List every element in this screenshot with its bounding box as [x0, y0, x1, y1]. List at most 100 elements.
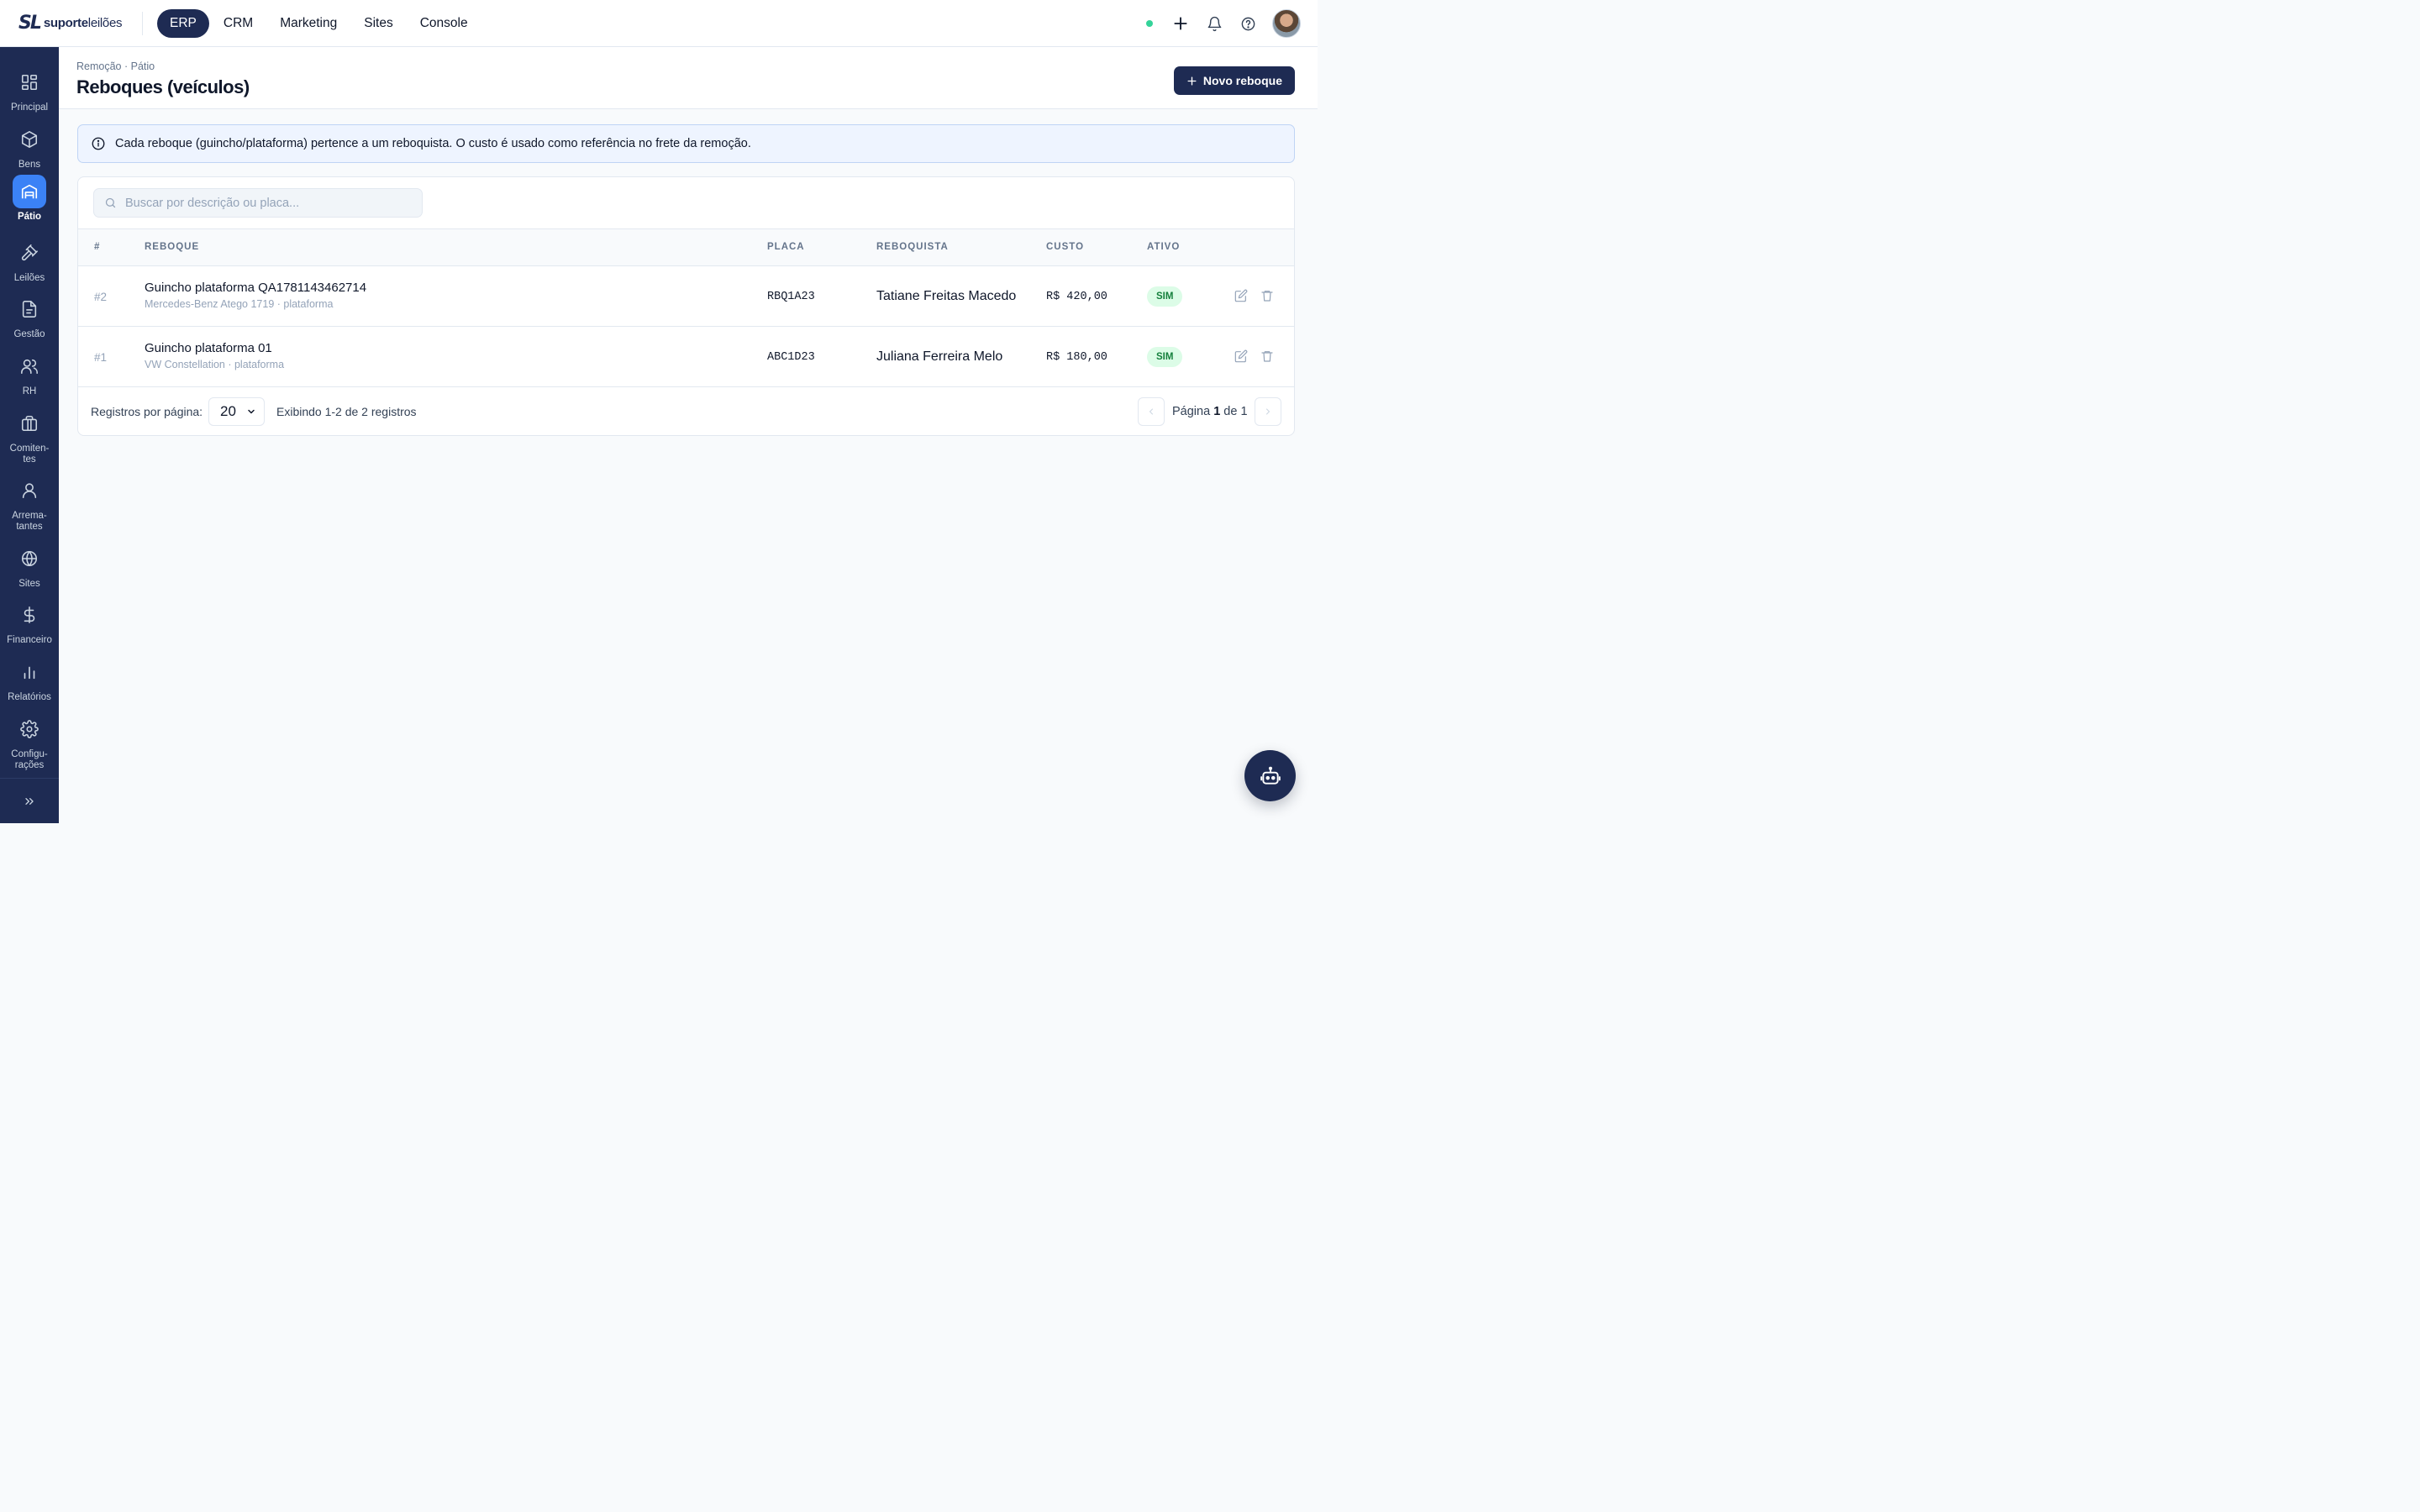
sidebar-item-configuracoes[interactable]: Configu- rações — [0, 712, 59, 771]
row-trailer-name: Guincho plataforma 01 — [145, 341, 272, 355]
bell-icon[interactable] — [1205, 14, 1223, 33]
info-text: Cada reboque (guincho/plataforma) perten… — [115, 137, 751, 150]
grid-icon — [13, 66, 46, 99]
sidebar-collapse-button[interactable] — [0, 778, 59, 823]
sidebar-item-financeiro[interactable]: Financeiro — [0, 598, 59, 646]
records-summary: Exibindo 1-2 de 2 registros — [276, 405, 417, 418]
top-nav-console[interactable]: Console — [408, 9, 481, 38]
sidebar-item-label: Pátio — [17, 212, 42, 222]
sidebar-item-label: Gestão — [13, 329, 45, 339]
users-icon — [13, 349, 46, 383]
top-actions — [1146, 9, 1301, 38]
info-banner: Cada reboque (guincho/plataforma) perten… — [77, 124, 1295, 163]
row-plate: ABC1D23 — [767, 351, 815, 364]
sidebar-item-sites[interactable]: Sites — [0, 542, 59, 590]
row-trailer-model: Mercedes-Benz Atego 1719 · plataforma — [145, 298, 334, 310]
sidebar-item-label: Principal — [10, 102, 49, 113]
trash-icon[interactable] — [1260, 289, 1274, 302]
table-row[interactable]: #2 Guincho plataforma QA1781143462714 Me… — [78, 266, 1294, 327]
edit-icon[interactable] — [1234, 349, 1248, 363]
row-driver: Juliana Ferreira Melo — [876, 349, 1003, 364]
row-plate: RBQ1A23 — [767, 291, 815, 303]
sidebar-item-patio[interactable]: Pátio — [0, 175, 59, 223]
online-status-dot — [1146, 20, 1153, 27]
assistant-chat-button[interactable] — [1244, 750, 1296, 801]
per-page-value: 20 — [220, 403, 236, 419]
status-badge: SIM — [1147, 347, 1183, 367]
warehouse-icon — [13, 175, 46, 208]
sidebar-item-label: Arrema- tantes — [12, 511, 47, 532]
page-header: Remoção · Pátio Reboques (veículos) Novo… — [59, 47, 1318, 109]
sidebar-item-bens[interactable]: Bens — [0, 123, 59, 171]
prev-page-button[interactable] — [1138, 397, 1165, 426]
row-cost: R$ 420,00 — [1046, 291, 1107, 303]
briefcase-icon — [13, 407, 46, 440]
table-header: # REBOQUE PLACA REBOQUISTA CUSTO ATIVO — [78, 228, 1294, 266]
trailers-card: # REBOQUE PLACA REBOQUISTA CUSTO ATIVO #… — [77, 176, 1295, 436]
sidebar-item-label: Financeiro — [7, 635, 52, 645]
column-header-plate[interactable]: PLACA — [767, 242, 805, 252]
column-header-active[interactable]: ATIVO — [1147, 242, 1180, 252]
next-page-button[interactable] — [1255, 397, 1281, 426]
new-trailer-button[interactable]: Novo reboque — [1173, 66, 1295, 95]
sidebar-item-rh[interactable]: RH — [0, 349, 59, 397]
sidebar-item-label: Configu- rações — [11, 749, 48, 770]
sidebar-item-label: RH — [22, 386, 37, 396]
top-nav: ERP CRM Marketing Sites Console — [157, 9, 481, 38]
chevron-right-icon — [1266, 408, 1270, 415]
search-input[interactable] — [125, 196, 411, 210]
table-row[interactable]: #1 Guincho plataforma 01 VW Constellatio… — [78, 327, 1294, 387]
plus-icon[interactable] — [1171, 14, 1190, 33]
top-nav-erp[interactable]: ERP — [157, 9, 209, 38]
row-cost: R$ 180,00 — [1046, 351, 1107, 364]
new-trailer-label: Novo reboque — [1202, 74, 1282, 87]
edit-icon[interactable] — [1234, 289, 1248, 302]
file-icon — [13, 292, 46, 326]
breadcrumb[interactable]: Remoção · Pátio — [76, 60, 155, 72]
robot-icon — [1260, 766, 1281, 785]
sidebar-item-leiloes[interactable]: Leilões — [0, 236, 59, 284]
chevron-left-icon — [1149, 408, 1153, 415]
sidebar-item-gestao[interactable]: Gestão — [0, 292, 59, 340]
column-header-cost[interactable]: CUSTO — [1046, 242, 1084, 252]
pagination-bar: Registros por página: 20 Exibindo 1-2 de… — [78, 387, 1294, 435]
avatar[interactable] — [1272, 9, 1301, 38]
per-page-select[interactable]: 20 — [208, 397, 265, 426]
brand-mark: SL — [18, 13, 42, 34]
column-header-driver[interactable]: REBOQUISTA — [876, 242, 949, 252]
bar-chart-icon — [13, 655, 46, 689]
column-header-trailer[interactable]: REBOQUE — [145, 242, 199, 252]
help-icon[interactable] — [1239, 14, 1257, 33]
search-icon — [105, 197, 116, 208]
box-icon — [13, 123, 46, 156]
trash-icon[interactable] — [1260, 349, 1274, 363]
dollar-icon — [13, 598, 46, 632]
sidebar-item-arrematantes[interactable]: Arrema- tantes — [0, 474, 59, 533]
sidebar-item-label: Leilões — [13, 273, 45, 283]
row-trailer-name: Guincho plataforma QA1781143462714 — [145, 281, 367, 295]
chevrons-right-icon — [25, 797, 34, 805]
sidebar-item-relatorios[interactable]: Relatórios — [0, 655, 59, 703]
page-title: Reboques (veículos) — [76, 76, 250, 97]
gear-icon — [13, 712, 46, 746]
search-box — [93, 188, 423, 218]
row-id: #2 — [94, 291, 108, 303]
brand-name: suporteleilões — [43, 16, 123, 30]
per-page-label: Registros por página: — [91, 405, 203, 418]
sidebar-item-label: Bens — [18, 160, 41, 170]
sidebar-item-principal[interactable]: Principal — [0, 66, 59, 113]
status-badge: SIM — [1147, 286, 1183, 307]
top-divider — [142, 12, 143, 35]
row-driver: Tatiane Freitas Macedo — [876, 289, 1017, 303]
brand-logo[interactable]: SL suporteleilões — [18, 13, 123, 34]
sidebar-item-comitentes[interactable]: Comiten- tes — [0, 407, 59, 465]
row-trailer-model: VW Constellation · plataforma — [145, 359, 285, 370]
top-nav-sites[interactable]: Sites — [351, 9, 405, 38]
page-indicator: Página 1 de 1 — [1172, 405, 1248, 418]
user-icon — [13, 474, 46, 507]
top-nav-crm[interactable]: CRM — [211, 9, 266, 38]
top-nav-marketing[interactable]: Marketing — [267, 9, 350, 38]
column-header-id[interactable]: # — [94, 242, 100, 252]
plus-icon — [1187, 76, 1197, 86]
sidebar: Principal Bens Pátio Leilões Gestão RH C… — [0, 47, 59, 823]
